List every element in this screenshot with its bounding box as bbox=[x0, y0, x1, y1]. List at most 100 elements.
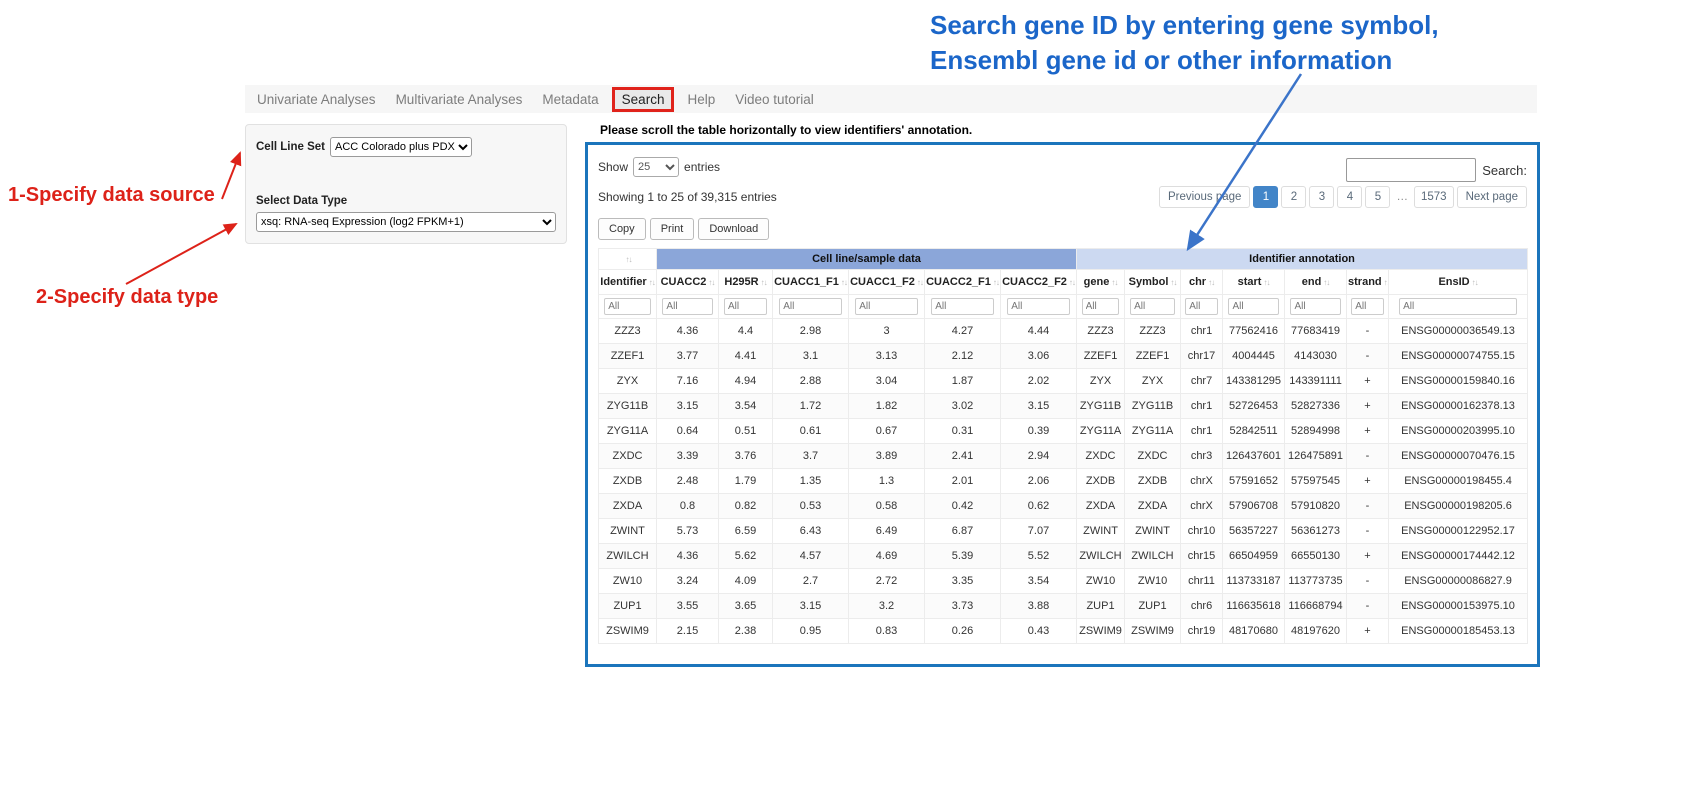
column-header-cuacc2[interactable]: CUACC2↑↓ bbox=[657, 270, 719, 295]
column-label: CUACC2 bbox=[661, 276, 707, 288]
column-header-gene[interactable]: gene↑↓ bbox=[1077, 270, 1125, 295]
step2-annotation: 2-Specify data type bbox=[36, 286, 218, 309]
table-cell: chr1 bbox=[1181, 319, 1223, 344]
nav-item-search[interactable]: Search bbox=[612, 87, 675, 112]
sort-icon[interactable]: ↑↓ bbox=[993, 278, 999, 287]
filter-input-strand[interactable] bbox=[1351, 298, 1384, 315]
page-length-select[interactable]: 25 bbox=[633, 157, 679, 177]
sort-icon[interactable]: ↑↓ bbox=[761, 278, 767, 287]
column-header-h295r[interactable]: H295R↑↓ bbox=[719, 270, 773, 295]
filter-input-start[interactable] bbox=[1228, 298, 1278, 315]
sort-icon[interactable]: ↑↓ bbox=[649, 278, 655, 287]
page-button-1[interactable]: 1 bbox=[1253, 186, 1278, 208]
table-cell: 66550130 bbox=[1285, 544, 1347, 569]
data-type-select[interactable]: xsq: RNA-seq Expression (log2 FPKM+1) bbox=[256, 212, 556, 232]
table-cell: 6.49 bbox=[849, 519, 925, 544]
filter-input-cuacc1-f2[interactable] bbox=[855, 298, 917, 315]
table-row[interactable]: ZUP13.553.653.153.23.733.88ZUP1ZUP1chr61… bbox=[599, 594, 1528, 619]
table-row[interactable]: ZYX7.164.942.883.041.872.02ZYXZYXchr7143… bbox=[599, 369, 1528, 394]
table-cell: chr6 bbox=[1181, 594, 1223, 619]
nav-item-video-tutorial[interactable]: Video tutorial bbox=[725, 87, 824, 112]
table-row[interactable]: ZYG11A0.640.510.610.670.310.39ZYG11AZYG1… bbox=[599, 419, 1528, 444]
nav-item-help[interactable]: Help bbox=[677, 87, 725, 112]
nav-item-metadata[interactable]: Metadata bbox=[532, 87, 608, 112]
filter-input-gene[interactable] bbox=[1082, 298, 1120, 315]
copy-button[interactable]: Copy bbox=[598, 218, 646, 240]
sort-icon[interactable]: ↑↓ bbox=[708, 278, 714, 287]
filter-input-ensid[interactable] bbox=[1399, 298, 1517, 315]
column-header-cuacc2-f2[interactable]: CUACC2_F2↑↓ bbox=[1001, 270, 1077, 295]
table-cell: 56357227 bbox=[1223, 519, 1285, 544]
table-cell: 3.54 bbox=[719, 394, 773, 419]
table-row[interactable]: ZZZ34.364.42.9834.274.44ZZZ3ZZZ3chr17756… bbox=[599, 319, 1528, 344]
pagination-ellipsis: … bbox=[1393, 191, 1411, 203]
column-label: start bbox=[1238, 276, 1262, 288]
table-row[interactable]: ZSWIM92.152.380.950.830.260.43ZSWIM9ZSWI… bbox=[599, 619, 1528, 644]
prev-page-button[interactable]: Previous page bbox=[1159, 186, 1251, 208]
table-cell: 1.3 bbox=[849, 469, 925, 494]
sort-icon[interactable]: ↑↓ bbox=[1323, 278, 1329, 287]
table-head: ↑↓Cell line/sample dataIdentifier annota… bbox=[599, 249, 1528, 319]
sort-icon[interactable]: ↑↓ bbox=[917, 278, 923, 287]
filter-input-cuacc2-f1[interactable] bbox=[931, 298, 993, 315]
table-cell: ZW10 bbox=[1125, 569, 1181, 594]
page-button-1573[interactable]: 1573 bbox=[1414, 186, 1454, 208]
column-header-start[interactable]: start↑↓ bbox=[1223, 270, 1285, 295]
column-header-cuacc2-f1[interactable]: CUACC2_F1↑↓ bbox=[925, 270, 1001, 295]
sort-icon[interactable]: ↑↓ bbox=[1111, 278, 1117, 287]
sort-icon[interactable]: ↑↓ bbox=[1472, 278, 1478, 287]
table-row[interactable]: ZXDC3.393.763.73.892.412.94ZXDCZXDCchr31… bbox=[599, 444, 1528, 469]
table-cell: chr7 bbox=[1181, 369, 1223, 394]
filter-cell bbox=[1347, 295, 1389, 319]
table-row[interactable]: ZXDB2.481.791.351.32.012.06ZXDBZXDBchrX5… bbox=[599, 469, 1528, 494]
column-label: CUACC1_F1 bbox=[774, 276, 839, 288]
cell-line-set-select[interactable]: ACC Colorado plus PDX bbox=[330, 137, 472, 157]
nav-item-univariate-analyses[interactable]: Univariate Analyses bbox=[247, 87, 386, 112]
column-header-symbol[interactable]: Symbol↑↓ bbox=[1125, 270, 1181, 295]
table-row[interactable]: ZWILCH4.365.624.574.695.395.52ZWILCHZWIL… bbox=[599, 544, 1528, 569]
nav-item-multivariate-analyses[interactable]: Multivariate Analyses bbox=[386, 87, 533, 112]
page-button-4[interactable]: 4 bbox=[1337, 186, 1362, 208]
download-button[interactable]: Download bbox=[698, 218, 769, 240]
sort-icon[interactable]: ↑↓ bbox=[841, 278, 847, 287]
table-row[interactable]: ZZEF13.774.413.13.132.123.06ZZEF1ZZEF1ch… bbox=[599, 344, 1528, 369]
page-button-2[interactable]: 2 bbox=[1281, 186, 1306, 208]
table-row[interactable]: ZWINT5.736.596.436.496.877.07ZWINTZWINTc… bbox=[599, 519, 1528, 544]
filter-input-cuacc2-f2[interactable] bbox=[1007, 298, 1069, 315]
page-button-3[interactable]: 3 bbox=[1309, 186, 1334, 208]
sort-icon[interactable]: ↑↓ bbox=[1208, 278, 1214, 287]
sort-icon[interactable]: ↑↓ bbox=[1170, 278, 1176, 287]
filter-input-cuacc2[interactable] bbox=[662, 298, 712, 315]
sort-icon[interactable]: ↑↓ bbox=[1069, 278, 1075, 287]
table-cell: 0.82 bbox=[719, 494, 773, 519]
table-cell: 2.72 bbox=[849, 569, 925, 594]
filter-input-h295r[interactable] bbox=[724, 298, 767, 315]
column-header-chr[interactable]: chr↑↓ bbox=[1181, 270, 1223, 295]
column-header-end[interactable]: end↑↓ bbox=[1285, 270, 1347, 295]
print-button[interactable]: Print bbox=[650, 218, 695, 240]
sort-icon[interactable]: ↑↓ bbox=[626, 255, 632, 264]
filter-input-end[interactable] bbox=[1290, 298, 1340, 315]
column-header-ensid[interactable]: EnsID↑↓ bbox=[1389, 270, 1528, 295]
column-header-strand[interactable]: strand↑↓ bbox=[1347, 270, 1389, 295]
sort-icon[interactable]: ↑↓ bbox=[1384, 278, 1389, 287]
table-row[interactable]: ZW103.244.092.72.723.353.54ZW10ZW10chr11… bbox=[599, 569, 1528, 594]
table-row[interactable]: ZYG11B3.153.541.721.823.023.15ZYG11BZYG1… bbox=[599, 394, 1528, 419]
filter-input-symbol[interactable] bbox=[1130, 298, 1175, 315]
table-search-input[interactable] bbox=[1346, 158, 1476, 182]
filter-input-cuacc1-f1[interactable] bbox=[779, 298, 841, 315]
filter-input-chr[interactable] bbox=[1185, 298, 1218, 315]
page-button-5[interactable]: 5 bbox=[1365, 186, 1390, 208]
table-cell: 4.09 bbox=[719, 569, 773, 594]
table-cell: 0.67 bbox=[849, 419, 925, 444]
column-label: CUACC1_F2 bbox=[850, 276, 915, 288]
column-header-cuacc1-f2[interactable]: CUACC1_F2↑↓ bbox=[849, 270, 925, 295]
column-header-cuacc1-f1[interactable]: CUACC1_F1↑↓ bbox=[773, 270, 849, 295]
next-page-button[interactable]: Next page bbox=[1457, 186, 1527, 208]
table-row[interactable]: ZXDA0.80.820.530.580.420.62ZXDAZXDAchrX5… bbox=[599, 494, 1528, 519]
column-header-identifier[interactable]: Identifier↑↓ bbox=[599, 270, 657, 295]
table-cell: 0.62 bbox=[1001, 494, 1077, 519]
sort-icon[interactable]: ↑↓ bbox=[1263, 278, 1269, 287]
filter-cell bbox=[719, 295, 773, 319]
filter-input-identifier[interactable] bbox=[604, 298, 651, 315]
